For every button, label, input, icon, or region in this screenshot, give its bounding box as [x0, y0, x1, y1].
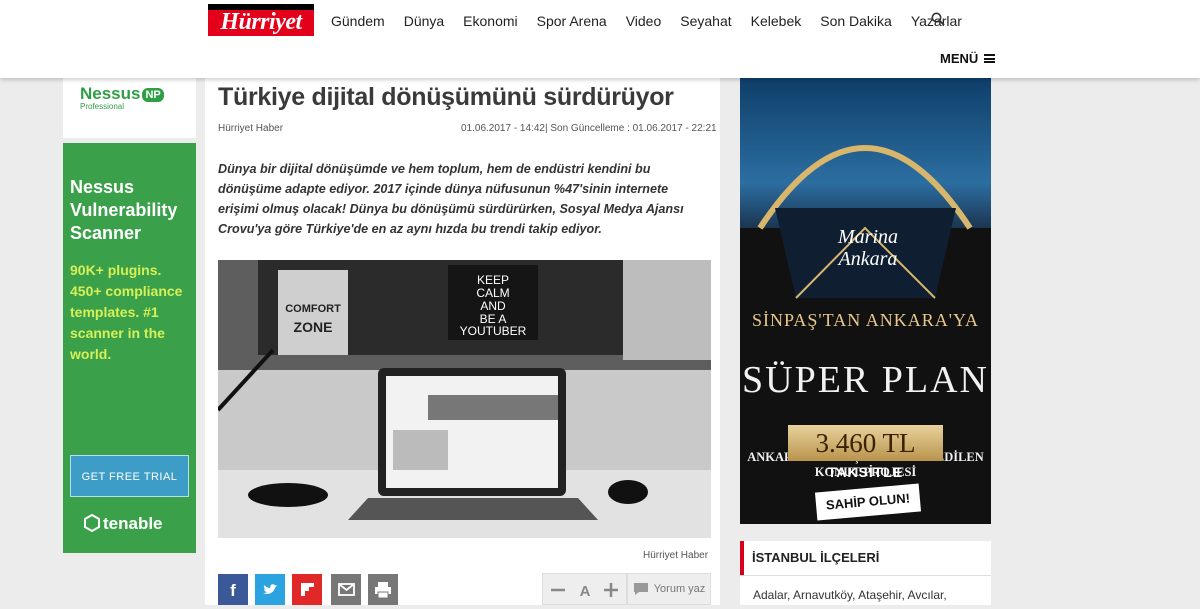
nav-seyahat[interactable]: Seyahat: [680, 12, 731, 30]
hamburger-icon: [984, 54, 996, 63]
site-header: Hürriyet Gündem Dünya Ekonomi Spor Arena…: [0, 0, 1200, 78]
svg-text:ZONE: ZONE: [294, 319, 333, 335]
free-trial-button[interactable]: GET FREE TRIAL: [70, 455, 189, 497]
nav-kelebek[interactable]: Kelebek: [751, 12, 802, 30]
nessus-logo: Nessus NP: [80, 84, 164, 104]
comment-button[interactable]: Yorum yaz: [627, 573, 711, 605]
print-icon: [375, 582, 391, 599]
nav-gundem[interactable]: Gündem: [331, 12, 385, 30]
svg-text:COMFORT: COMFORT: [285, 303, 341, 315]
svg-text:CALM: CALM: [476, 286, 509, 300]
nessus-ad-logo-box[interactable]: Nessus NP Professional: [63, 78, 196, 138]
print-button[interactable]: [368, 574, 398, 605]
ad-price-note: TAKSİTLE: [827, 464, 904, 480]
districts-title: İSTANBUL İLÇELERİ: [752, 550, 880, 565]
updated-date: Son Güncelleme : 01.06.2017 - 22:21: [550, 123, 717, 134]
ad-headline: SÜPER PLAN: [742, 359, 989, 401]
svg-text:f: f: [230, 581, 236, 600]
image-caption: Hürriyet Haber: [643, 550, 709, 561]
tenable-icon: [84, 513, 100, 533]
facebook-share-button[interactable]: f: [218, 574, 248, 605]
districts-accent-bar: [740, 541, 744, 575]
published-date: 01.06.2017 - 14:42: [461, 123, 545, 134]
svg-text:A: A: [580, 583, 591, 600]
article-photo-illustration: KEEP CALM AND BE A YOUTUBER COMFORT ZONE: [218, 260, 711, 538]
article-headline: Türkiye dijital dönüşümünü sürdürüyor: [218, 83, 674, 111]
nav-son-dakika[interactable]: Son Dakika: [820, 12, 892, 30]
facebook-icon: f: [230, 581, 236, 600]
ad-brand: Marina Ankara: [838, 226, 898, 270]
menu-button[interactable]: MENÜ: [940, 51, 996, 66]
istanbul-districts-widget: İSTANBUL İLÇELERİ Adalar, Arnavutköy, At…: [740, 541, 991, 605]
ad-title: Nessus Vulnerability Scanner: [70, 177, 178, 243]
ad-arch-illustration: [757, 145, 973, 299]
districts-list[interactable]: Adalar, Arnavutköy, Ataşehir, Avcılar,: [753, 588, 947, 602]
svg-text:YOUTUBER: YOUTUBER: [460, 324, 527, 338]
flipboard-icon: [301, 583, 314, 596]
nessus-subtitle: Professional: [80, 102, 125, 111]
comment-icon: [633, 583, 648, 595]
svg-text:KEEP: KEEP: [477, 273, 509, 287]
ad-features: 90K+ plugins. 450+ compliance templates.…: [70, 262, 183, 362]
nav-dunya[interactable]: Dünya: [404, 12, 444, 30]
tenable-logo: tenable: [83, 513, 163, 534]
flipboard-share-button[interactable]: [292, 574, 322, 605]
menu-label: MENÜ: [940, 51, 979, 66]
article-author[interactable]: Hürriyet Haber: [218, 123, 283, 134]
comment-label: Yorum yaz: [653, 583, 706, 595]
ad-price: 3.460 TL: [788, 425, 943, 461]
font-size-controls: A: [542, 573, 627, 605]
email-icon: [338, 583, 355, 596]
font-size-icons: A: [551, 583, 618, 600]
article-lede: Dünya bir dijital dönüşümde ve hem toplu…: [218, 162, 684, 236]
ad-line1: SİNPAŞ'TAN ANKARA'YA: [752, 310, 979, 330]
nav-ekonomi[interactable]: Ekonomi: [463, 12, 517, 30]
article-dates: 01.06.2017 - 14:42| Son Güncelleme : 01.…: [461, 123, 717, 134]
main-nav: Gündem Dünya Ekonomi Spor Arena Video Se…: [331, 12, 981, 30]
hurriyet-logo[interactable]: Hürriyet: [208, 4, 314, 36]
districts-divider: [740, 575, 991, 576]
email-share-button[interactable]: [331, 574, 361, 605]
search-icon[interactable]: [931, 12, 945, 26]
nav-spor-arena[interactable]: Spor Arena: [537, 12, 607, 30]
twitter-share-button[interactable]: [255, 574, 285, 605]
nav-video[interactable]: Video: [626, 12, 662, 30]
svg-text:AND: AND: [480, 299, 506, 313]
article-image[interactable]: KEEP CALM AND BE A YOUTUBER COMFORT ZONE: [218, 260, 711, 538]
nessus-ad-banner[interactable]: Nessus Vulnerability Scanner 90K+ plugin…: [63, 143, 196, 553]
twitter-icon: [263, 584, 277, 594]
